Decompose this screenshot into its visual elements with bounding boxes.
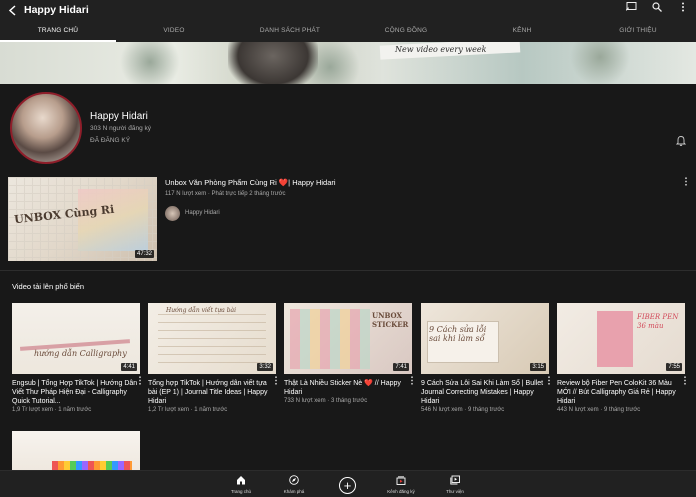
nav-home[interactable]: Trang chủ xyxy=(221,475,261,494)
video-meta: 443 N lượt xem · 9 tháng trước xyxy=(557,407,641,413)
back-button[interactable] xyxy=(0,0,24,20)
video-thumbnail[interactable]: hướng dẫn Calligraphy 4:41 xyxy=(12,303,140,374)
video-card[interactable] xyxy=(12,431,140,470)
video-duration: 3:32 xyxy=(257,363,273,371)
channel-banner: New video every week xyxy=(0,42,696,84)
video-more-button[interactable] xyxy=(410,376,414,387)
banner-photo xyxy=(228,42,318,84)
featured-more-button[interactable] xyxy=(684,177,688,188)
video-meta: 1,9 Tr lượt xem · 1 năm trước xyxy=(12,407,92,413)
more-vert-icon xyxy=(411,376,413,385)
more-vert-icon xyxy=(682,2,684,12)
video-duration: 7:41 xyxy=(393,363,409,371)
nav-library-label: Thư viện xyxy=(446,489,464,494)
video-card[interactable]: 9 Cách sửa lỗi sai khi làm sổ 3:15 9 Các… xyxy=(421,303,549,413)
library-icon xyxy=(450,475,460,485)
video-title[interactable]: 9 Cách Sửa Lỗi Sai Khi Làm Sổ | Bullet J… xyxy=(421,379,549,406)
video-card[interactable]: Hướng dẫn viết tựa bài 3:32 Tổng hợp Tik… xyxy=(148,303,276,413)
nav-subscriptions[interactable]: Kênh đăng ký xyxy=(381,475,421,494)
create-icon: + xyxy=(343,478,352,493)
video-duration: 3:15 xyxy=(530,363,546,371)
top-app-bar: Happy Hidari xyxy=(0,0,696,20)
more-vert-icon xyxy=(684,376,686,385)
video-meta: 546 N lượt xem · 9 tháng trước xyxy=(421,407,505,413)
video-card[interactable]: UNBOX STICKER 7:41 Thật Là Nhiều Sticker… xyxy=(284,303,412,404)
video-thumbnail[interactable]: 9 Cách sửa lỗi sai khi làm sổ 3:15 xyxy=(421,303,549,374)
create-button[interactable]: + xyxy=(339,477,356,494)
nav-library[interactable]: Thư viện xyxy=(435,475,475,494)
tab-playlists[interactable]: DANH SÁCH PHÁT xyxy=(232,20,348,42)
nav-explore[interactable]: Khám phá xyxy=(274,475,314,494)
video-title[interactable]: Review bộ Fiber Pen ColoKit 36 Màu MỚI /… xyxy=(557,379,685,406)
tab-about[interactable]: GIỚI THIỆU xyxy=(580,20,696,42)
video-thumbnail[interactable]: UNBOX STICKER 7:41 xyxy=(284,303,412,374)
featured-channel-avatar[interactable] xyxy=(165,206,180,221)
video-duration: 4:41 xyxy=(121,363,137,371)
video-meta: 1,2 Tr lượt xem · 1 năm trước xyxy=(148,407,228,413)
subscriptions-icon xyxy=(396,476,406,485)
nav-subscriptions-label: Kênh đăng ký xyxy=(387,489,415,494)
video-title[interactable]: Tổng hợp TikTok | Hướng dẫn viết tựa bài… xyxy=(148,379,276,406)
nav-explore-label: Khám phá xyxy=(283,489,305,494)
more-vert-icon xyxy=(685,177,687,186)
cast-icon xyxy=(625,2,636,11)
more-vert-icon xyxy=(139,376,141,385)
video-duration: 47:32 xyxy=(134,250,154,258)
featured-video-thumbnail[interactable]: UNBOX Cùng Ri 47:32 xyxy=(8,177,157,261)
featured-video-title[interactable]: Unbox Văn Phòng Phẩm Cùng Ri ❤️| Happy H… xyxy=(165,178,336,187)
thumbnail-text: 9 Cách sửa lỗi sai khi làm sổ xyxy=(429,325,487,343)
channel-tabs: TRANG CHỦ VIDEO DANH SÁCH PHÁT CỘNG ĐỒNG… xyxy=(0,20,696,42)
thumbnail-text: hướng dẫn Calligraphy xyxy=(34,349,127,358)
video-thumbnail[interactable]: Hướng dẫn viết tựa bài 3:32 xyxy=(148,303,276,374)
nav-home-label: Trang chủ xyxy=(230,489,252,494)
video-duration: 7:55 xyxy=(666,363,682,371)
video-more-button[interactable] xyxy=(138,376,142,387)
arrow-left-icon xyxy=(8,4,16,16)
channel-avatar xyxy=(10,92,82,164)
banner-decoration xyxy=(120,42,180,84)
video-more-button[interactable] xyxy=(683,376,687,387)
featured-video-meta: 117 N lượt xem · Phát trực tiếp 2 tháng … xyxy=(165,191,286,197)
tab-channels[interactable]: KÊNH xyxy=(464,20,580,42)
video-title[interactable]: Engsub | Tổng Hợp TikTok | Hướng Dẫn Viế… xyxy=(12,379,140,406)
page-title: Happy Hidari xyxy=(24,4,89,16)
video-title[interactable]: Thật Là Nhiều Sticker Nè ❤️ // Happy Hid… xyxy=(284,379,412,397)
notification-bell-button[interactable] xyxy=(675,135,687,149)
video-thumbnail[interactable] xyxy=(12,431,140,470)
banner-tagline: New video every week xyxy=(395,45,487,54)
tab-home[interactable]: TRANG CHỦ xyxy=(0,20,116,42)
banner-decoration xyxy=(570,42,630,84)
channel-name: Happy Hidari xyxy=(90,111,148,122)
more-options-button[interactable] xyxy=(676,2,690,15)
thumbnail-text: UNBOX STICKER xyxy=(372,311,409,329)
tab-community[interactable]: CỘNG ĐỒNG xyxy=(348,20,464,42)
section-title: Video tải lên phổ biến xyxy=(12,282,85,291)
search-button[interactable] xyxy=(650,2,664,15)
tab-videos[interactable]: VIDEO xyxy=(116,20,232,42)
featured-channel-name[interactable]: Happy Hidari xyxy=(185,210,220,216)
more-vert-icon xyxy=(548,376,550,385)
section-divider xyxy=(0,270,696,271)
subscribed-button[interactable]: ĐÃ ĐĂNG KÝ xyxy=(90,137,130,144)
thumbnail-text: FIBER PEN 36 màu xyxy=(637,313,679,330)
video-meta: 733 N lượt xem · 3 tháng trước xyxy=(284,398,368,404)
thumbnail-image xyxy=(78,189,148,251)
explore-icon xyxy=(289,475,299,485)
video-thumbnail[interactable]: FIBER PEN 36 màu 7:55 xyxy=(557,303,685,374)
more-vert-icon xyxy=(275,376,277,385)
video-more-button[interactable] xyxy=(547,376,551,387)
subscriber-count: 303 N người đăng ký xyxy=(90,125,152,132)
cast-button[interactable] xyxy=(624,2,638,15)
bottom-navigation: Trang chủ Khám phá + Kênh đăng ký Thư vi… xyxy=(0,470,696,497)
home-icon xyxy=(237,476,245,485)
search-icon xyxy=(652,2,662,12)
thumbnail-text: Hướng dẫn viết tựa bài xyxy=(166,307,237,314)
video-card[interactable]: hướng dẫn Calligraphy 4:41 Engsub | Tổng… xyxy=(12,303,140,413)
video-card[interactable]: FIBER PEN 36 màu 7:55 Review bộ Fiber Pe… xyxy=(557,303,685,413)
video-more-button[interactable] xyxy=(274,376,278,387)
bell-icon xyxy=(675,136,687,146)
